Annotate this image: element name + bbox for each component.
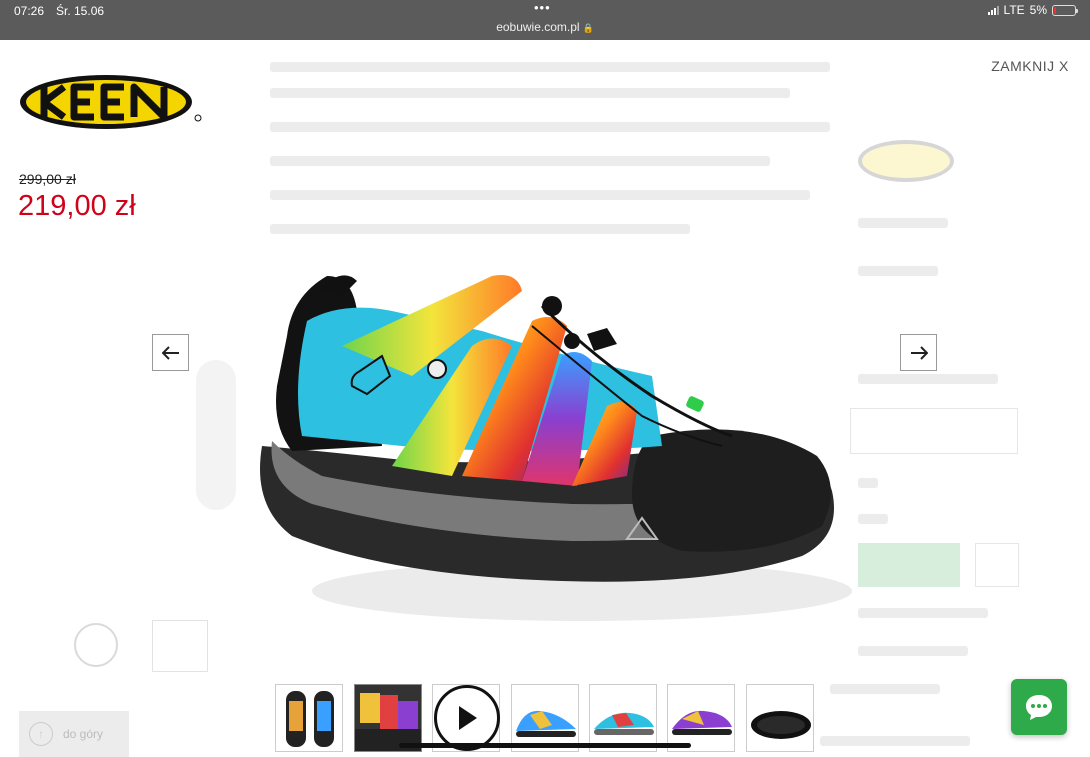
next-image-button[interactable] (900, 334, 937, 371)
signal-icon (987, 5, 999, 15)
previous-image-button[interactable] (152, 334, 189, 371)
brand-logo-background (858, 140, 954, 182)
url-text: eobuwie.com.pl (496, 20, 580, 34)
status-date: Śr. 15.06 (56, 4, 105, 18)
thumbnail-2[interactable] (354, 684, 422, 752)
arrow-left-icon (161, 345, 179, 360)
tab-dots-icon[interactable]: ••• (534, 0, 551, 15)
play-video-button[interactable] (434, 685, 500, 751)
product-main-image: KEEN (260, 275, 852, 621)
thumbnail-7[interactable] (746, 684, 814, 752)
chat-button[interactable] (1011, 679, 1067, 735)
add-to-cart-background (858, 543, 960, 587)
keen-logo (20, 75, 202, 129)
back-to-top-label: do góry (63, 727, 104, 741)
thumbnail-5[interactable] (589, 684, 657, 752)
back-to-top-button[interactable]: ↑ do góry (19, 711, 129, 757)
close-gallery-button[interactable]: ZAMKNIJ X (980, 58, 1080, 74)
size-select-background (850, 408, 1018, 454)
browser-status-bar: 07:26 Śr. 15.06 ••• eobuwie.com.pl 🔒 LTE … (0, 0, 1090, 40)
arrow-right-icon (910, 345, 928, 360)
favorite-background (975, 543, 1019, 587)
battery-icon (1052, 4, 1078, 16)
status-indicators: LTE 5% (987, 3, 1078, 17)
svg-text:KEEN: KEEN (304, 390, 340, 405)
sale-price: 219,00 zł (18, 190, 136, 222)
play-icon (459, 706, 477, 730)
home-indicator (399, 743, 691, 748)
network-label: LTE (1003, 3, 1025, 17)
thumbnail-1[interactable] (275, 684, 343, 752)
thumbnail-4[interactable] (511, 684, 579, 752)
status-time: 07:26 (14, 4, 45, 18)
chat-bubble-icon (1026, 695, 1052, 720)
arrow-up-icon: ↑ (29, 722, 53, 746)
address-bar[interactable]: eobuwie.com.pl 🔒 (0, 20, 1090, 34)
lock-icon: 🔒 (582, 23, 594, 33)
thumbnail-6[interactable] (667, 684, 735, 752)
battery-percent: 5% (1029, 3, 1047, 17)
old-price: 299,00 zł (19, 171, 76, 187)
